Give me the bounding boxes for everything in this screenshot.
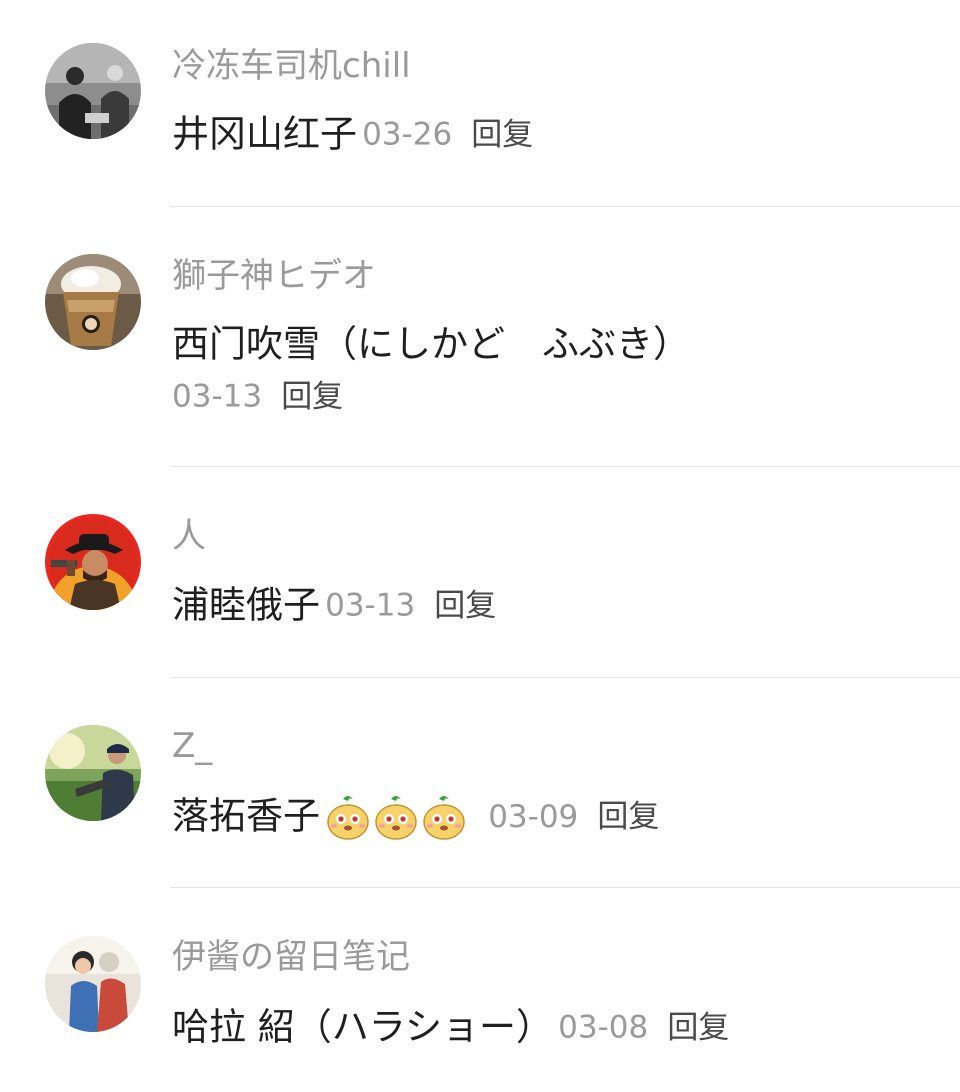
comment-date: 03-08: [558, 1009, 649, 1046]
username[interactable]: 冷冻车司机chill: [172, 44, 411, 88]
comment-meta: 03-13 回复: [172, 374, 343, 419]
comment-body: 落拓香子 03-09 回复: [172, 790, 659, 843]
peach-face-emoji-icon: [325, 793, 371, 841]
comment-body: 浦睦俄子 03-13 回复: [172, 579, 496, 632]
avatar-cowboy-gunslinger-icon: [45, 514, 141, 610]
comment-body: 井冈山红子 03-26 回复: [172, 108, 533, 161]
avatar[interactable]: [45, 254, 141, 350]
peach-face-emoji-icon: [373, 793, 419, 841]
avatar-photo-iced-coffee-icon: [45, 254, 141, 350]
comment-text: 哈拉 紹（ハラショー）: [172, 1005, 554, 1049]
comment-date: 03-26: [362, 116, 453, 153]
avatar[interactable]: [45, 43, 141, 139]
comment-text: 西门吹雪（にしかど ふぶき）: [172, 322, 690, 366]
comment-date: 03-13: [172, 378, 263, 415]
avatar-photo-two-men-icon: [45, 43, 141, 139]
comment-text: 落拓香子: [172, 794, 320, 838]
divider: [170, 677, 960, 678]
username[interactable]: 伊酱の留日笔记: [172, 935, 410, 979]
reply-button[interactable]: 回复: [471, 117, 533, 153]
comment-body: 西门吹雪（にしかど ふぶき）: [172, 318, 690, 371]
username[interactable]: Z_: [172, 724, 212, 768]
divider: [170, 466, 960, 467]
comment-text: 浦睦俄子: [172, 583, 320, 627]
reply-button[interactable]: 回复: [597, 799, 659, 835]
username[interactable]: 獅子神ヒデオ: [172, 254, 376, 298]
comment-text: 井冈山红子: [172, 112, 357, 156]
reply-button[interactable]: 回复: [434, 588, 496, 624]
reply-button[interactable]: 回复: [281, 379, 343, 415]
avatar-photo-man-outdoors-icon: [45, 725, 141, 821]
avatar-photo-child-icon: [45, 936, 141, 1032]
reply-button[interactable]: 回复: [667, 1010, 729, 1046]
comment-body: 哈拉 紹（ハラショー） 03-08 回复: [172, 1001, 729, 1054]
username[interactable]: 人: [172, 514, 206, 558]
comment-date: 03-09: [488, 798, 579, 835]
avatar[interactable]: [45, 725, 141, 821]
peach-face-emoji-icon: [421, 793, 467, 841]
divider: [170, 206, 960, 207]
avatar[interactable]: [45, 514, 141, 610]
comment-date: 03-13: [325, 587, 416, 624]
divider: [170, 887, 960, 888]
avatar[interactable]: [45, 936, 141, 1032]
